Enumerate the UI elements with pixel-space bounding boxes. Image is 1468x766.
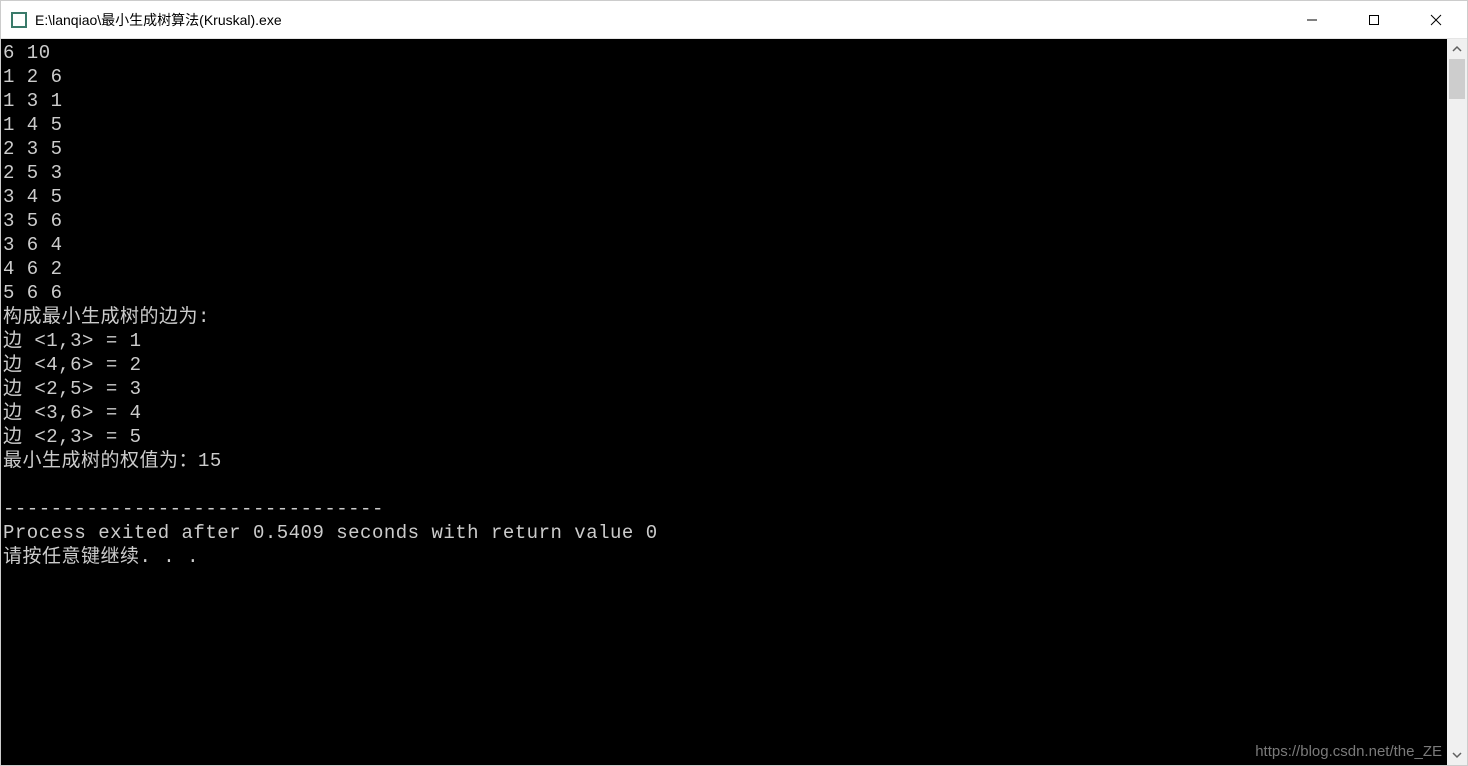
scroll-track[interactable] xyxy=(1447,59,1467,745)
window-title: E:\lanqiao\最小生成树算法(Kruskal).exe xyxy=(35,10,1281,30)
close-button[interactable] xyxy=(1405,1,1467,38)
minimize-icon xyxy=(1306,14,1318,26)
vertical-scrollbar[interactable] xyxy=(1447,39,1467,765)
app-icon xyxy=(11,12,27,28)
window-controls xyxy=(1281,1,1467,38)
close-icon xyxy=(1430,14,1442,26)
scroll-down-arrow[interactable] xyxy=(1447,745,1467,765)
maximize-icon xyxy=(1368,14,1380,26)
titlebar: E:\lanqiao\最小生成树算法(Kruskal).exe xyxy=(1,1,1467,39)
maximize-button[interactable] xyxy=(1343,1,1405,38)
console-window: E:\lanqiao\最小生成树算法(Kruskal).exe 6 10 1 2 xyxy=(0,0,1468,766)
chevron-down-icon xyxy=(1452,750,1462,760)
console-area: 6 10 1 2 6 1 3 1 1 4 5 2 3 5 2 5 3 3 4 5… xyxy=(1,39,1467,765)
minimize-button[interactable] xyxy=(1281,1,1343,38)
scroll-thumb[interactable] xyxy=(1449,59,1465,99)
chevron-up-icon xyxy=(1452,44,1462,54)
scroll-up-arrow[interactable] xyxy=(1447,39,1467,59)
console-output[interactable]: 6 10 1 2 6 1 3 1 1 4 5 2 3 5 2 5 3 3 4 5… xyxy=(1,39,1447,765)
